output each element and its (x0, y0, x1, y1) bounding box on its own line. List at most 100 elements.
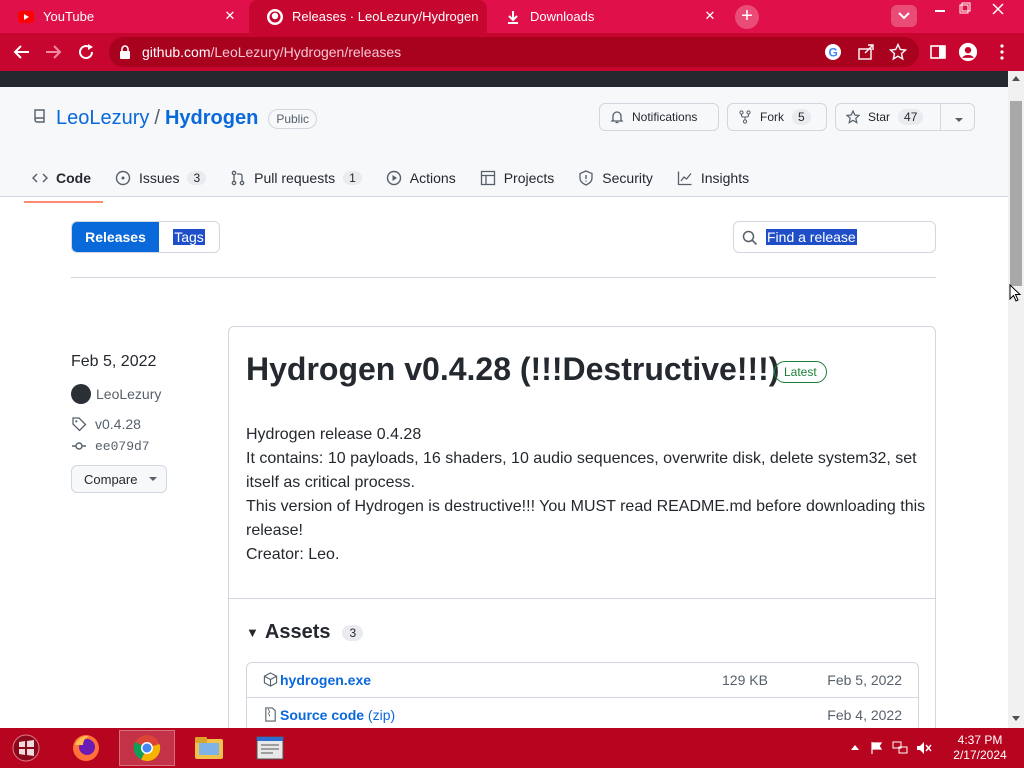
tags-tab-label: Tags (173, 229, 205, 245)
star-list-dropdown-icon[interactable] (954, 113, 964, 127)
scroll-down-arrow-icon[interactable] (1012, 716, 1020, 721)
assets-toggle[interactable]: ▼ Assets 3 (246, 621, 364, 644)
release-title[interactable]: Hydrogen v0.4.28 (!!!Destructive!!!) (246, 351, 779, 388)
assets-heading: Assets (264, 621, 331, 643)
star-label: Star (868, 110, 891, 124)
close-window-button[interactable] (985, 0, 1011, 18)
tab-issues[interactable]: Issues 3 (115, 165, 207, 191)
download-icon (505, 9, 521, 25)
share-icon[interactable] (857, 43, 875, 66)
tab-releases[interactable]: Releases · LeoLezury/Hydrogen (249, 0, 487, 33)
tab-code[interactable]: Code (24, 165, 103, 203)
releases-tab-button[interactable]: Releases (72, 222, 159, 252)
star-button[interactable]: Star 47 (835, 103, 975, 131)
tab-search-button[interactable] (891, 5, 917, 27)
tab-label: Issues (139, 170, 180, 186)
asset-size: 129 KB (722, 672, 768, 688)
close-tab-icon[interactable]: ✕ (223, 9, 237, 23)
asset-date: Feb 4, 2022 (827, 707, 902, 723)
search-icon (742, 230, 758, 251)
volume-muted-icon[interactable] (916, 741, 932, 755)
repo-name-link[interactable]: Hydrogen (165, 107, 258, 130)
tab-label: Code (56, 170, 91, 186)
fork-count: 5 (792, 109, 811, 125)
repo-title: LeoLezury / Hydrogen Public (32, 107, 317, 130)
new-tab-button[interactable]: + (735, 5, 759, 29)
triangle-down-icon: ▼ (246, 625, 259, 640)
tab-title: Releases · LeoLezury/Hydrogen (292, 9, 479, 24)
chrome-icon (133, 735, 161, 762)
asset-link[interactable]: Source code (zip) (280, 707, 395, 723)
release-author[interactable]: LeoLezury (71, 384, 161, 404)
lock-icon[interactable] (119, 45, 131, 64)
assets-list: hydrogen.exe 129 KB Feb 5, 2022 Source c… (246, 662, 919, 728)
folder-icon (195, 737, 223, 759)
google-icon[interactable]: G (824, 43, 842, 66)
mouse-cursor-icon (1009, 283, 1022, 307)
reload-icon[interactable] (76, 42, 96, 62)
network-icon[interactable] (892, 741, 908, 755)
firefox-taskbar-button[interactable] (58, 730, 114, 766)
tab-actions[interactable]: Actions (386, 165, 456, 191)
restore-button[interactable] (952, 0, 978, 18)
chrome-taskbar-button[interactable] (119, 730, 175, 766)
star-count: 47 (898, 109, 924, 125)
github-header-strip (0, 71, 1008, 87)
release-note-line: Hydrogen release 0.4.28 (246, 426, 422, 443)
tab-title: YouTube (43, 9, 95, 24)
pull-request-icon (230, 170, 246, 186)
fork-label: Fork (760, 110, 784, 124)
tab-security[interactable]: Security (578, 165, 653, 191)
minimize-button[interactable] (927, 0, 953, 18)
action-center-flag-icon[interactable] (870, 741, 884, 755)
scroll-up-arrow-icon[interactable] (1012, 76, 1020, 81)
file-explorer-taskbar-button[interactable] (181, 730, 237, 766)
file-zip-icon (263, 707, 278, 725)
issue-icon (115, 170, 131, 186)
address-bar[interactable]: github.com/LeoLezury/Hydrogen/releases G (109, 37, 919, 67)
divider (229, 598, 935, 599)
page-scrollbar[interactable] (1008, 71, 1024, 728)
back-arrow-icon[interactable] (12, 42, 32, 62)
close-tab-icon[interactable]: ✕ (703, 9, 717, 23)
svg-text:G: G (829, 46, 838, 60)
profile-avatar-icon[interactable] (958, 42, 978, 62)
tab-youtube[interactable]: YouTube ✕ (0, 0, 247, 33)
document-taskbar-button[interactable] (242, 730, 298, 766)
taskbar-clock[interactable]: 4:37 PM 2/17/2024 (948, 733, 1012, 763)
document-window-icon (256, 736, 284, 760)
notifications-button[interactable]: Notifications (599, 103, 719, 131)
release-tag-link[interactable]: v0.4.28 (71, 416, 141, 432)
forward-arrow-icon[interactable] (43, 42, 63, 62)
start-button[interactable] (0, 730, 52, 766)
tab-label: Actions (409, 170, 456, 186)
side-panel-icon[interactable] (928, 42, 948, 62)
search-placeholder: Find a release (766, 229, 857, 245)
show-hidden-icons-icon[interactable] (850, 744, 860, 752)
divider (71, 277, 936, 278)
graph-icon (677, 170, 693, 186)
release-search-input[interactable]: Find a release (733, 221, 936, 253)
repo-owner-link[interactable]: LeoLezury (56, 107, 149, 130)
bookmark-star-icon[interactable] (888, 42, 908, 66)
tags-tab-button[interactable]: Tags (159, 222, 219, 252)
release-commit-link[interactable]: ee079d7 (71, 438, 150, 454)
scrollbar-thumb[interactable] (1010, 101, 1022, 286)
compare-label: Compare (84, 471, 138, 487)
tab-pull-requests[interactable]: Pull requests 1 (230, 165, 362, 191)
tab-label: Projects (503, 170, 555, 186)
author-name: LeoLezury (96, 386, 162, 402)
url-path: /LeoLezury/Hydrogen/releases (210, 44, 402, 60)
tab-downloads[interactable]: Downloads ✕ (487, 0, 727, 33)
page-viewport: LeoLezury / Hydrogen Public Notification… (0, 71, 1008, 728)
tab-projects[interactable]: Projects (480, 165, 555, 191)
compare-button[interactable]: Compare (71, 465, 167, 493)
tab-insights[interactable]: Insights (677, 165, 749, 191)
tab-count: 1 (343, 171, 362, 185)
menu-kebab-icon[interactable] (992, 42, 1012, 62)
asset-link[interactable]: hydrogen.exe (280, 672, 371, 688)
repo-icon (32, 107, 48, 130)
url-text[interactable]: github.com/LeoLezury/Hydrogen/releases (142, 44, 401, 60)
fork-button[interactable]: Fork 5 (727, 103, 827, 131)
url-host: github.com (142, 44, 211, 60)
